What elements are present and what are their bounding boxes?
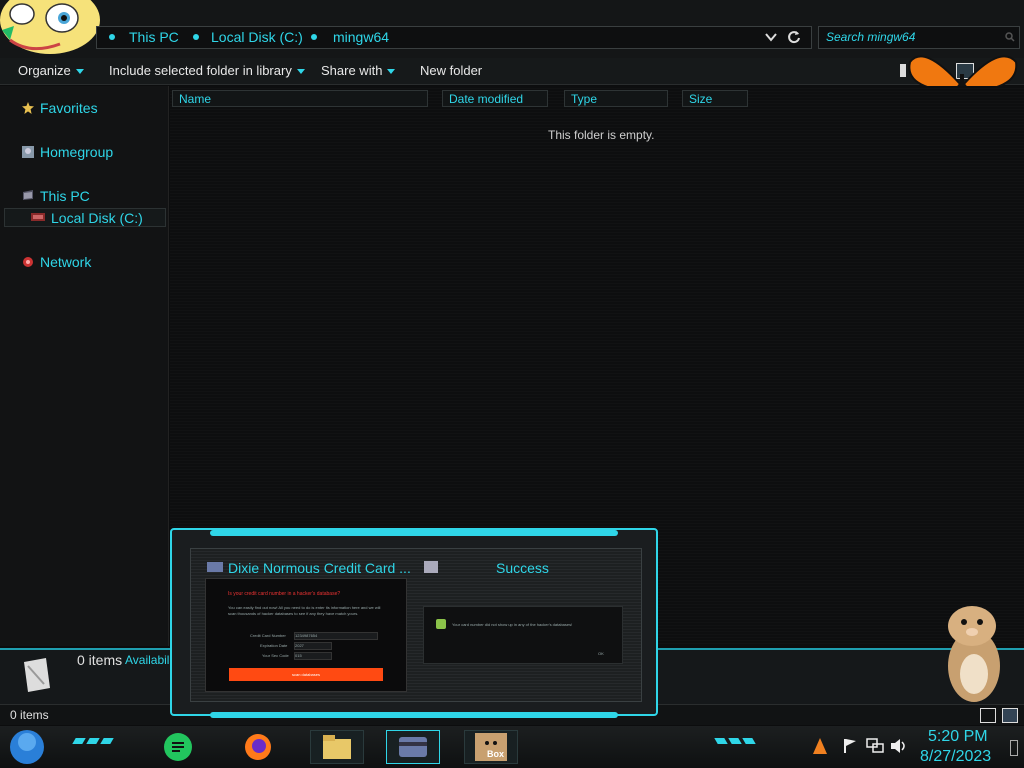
credit-card-app-icon xyxy=(207,562,223,572)
details-view-icon[interactable] xyxy=(980,708,996,723)
clock-date[interactable]: 8/27/2023 xyxy=(920,748,991,766)
success-window-title[interactable]: Success xyxy=(496,560,549,576)
cartoon-mascot-image xyxy=(0,0,100,54)
hamster-image xyxy=(948,606,1000,702)
chevron-down-icon xyxy=(387,69,396,75)
refresh-icon[interactable] xyxy=(787,30,801,44)
status-item-count: 0 items xyxy=(10,708,49,722)
organize-label: Organize xyxy=(18,63,71,78)
nav-item-favorites[interactable]: Favorites xyxy=(22,100,98,116)
chevron-down-icon xyxy=(75,69,84,75)
column-header-size[interactable]: Size xyxy=(682,90,748,107)
breadcrumb-separator-icon xyxy=(109,34,115,40)
show-desktop-button[interactable] xyxy=(1010,740,1018,756)
network-icon xyxy=(23,257,33,267)
column-header-name[interactable]: Name xyxy=(172,90,428,107)
frame-top-accent xyxy=(210,530,618,536)
notes-app-icon[interactable] xyxy=(163,732,193,762)
favorites-label: Favorites xyxy=(40,100,98,116)
box-label: Box xyxy=(487,749,505,759)
details-item-count: 0 items xyxy=(77,652,123,668)
share-label: Share with xyxy=(321,63,383,78)
start-orb-icon[interactable] xyxy=(8,728,46,766)
success-message-box: Your card number did not show up in any … xyxy=(423,606,623,664)
frame-bottom-accent xyxy=(210,712,618,718)
this-pc-label: This PC xyxy=(40,188,90,204)
nav-item-this-pc[interactable]: This PC xyxy=(22,188,90,204)
include-in-library-button[interactable]: Include selected folder in library xyxy=(109,63,305,78)
vlc-tray-icon[interactable] xyxy=(812,738,828,754)
credit-card-window-title[interactable]: Dixie Normous Credit Card ... xyxy=(228,560,411,576)
breadcrumb-mingw64[interactable]: mingw64 xyxy=(333,29,389,45)
breadcrumb-local-disk[interactable]: Local Disk (C:) xyxy=(211,29,303,45)
network-label: Network xyxy=(40,254,92,270)
chevron-down-icon xyxy=(296,69,305,75)
search-icon[interactable] xyxy=(1005,32,1015,42)
column-header-type[interactable]: Type xyxy=(564,90,668,107)
clock-time[interactable]: 5:20 PM xyxy=(928,728,988,746)
chevron-down-icon[interactable] xyxy=(765,32,777,42)
ok-button[interactable]: OK xyxy=(598,651,604,656)
app-description: You can easily find out now! All you nee… xyxy=(228,605,381,616)
column-headers: Name Date modified Type Size xyxy=(172,90,762,108)
drive-icon xyxy=(31,213,45,221)
include-label: Include selected folder in library xyxy=(109,63,292,78)
security-code-input[interactable]: 015 xyxy=(294,652,332,660)
success-window-icon xyxy=(424,561,438,573)
taskbar-accent-left xyxy=(72,738,114,746)
security-code-label: Your Sec Code xyxy=(262,653,289,658)
taskbar-credit-card-app[interactable] xyxy=(386,730,440,764)
app-heading: Is your credit card number in a hacker's… xyxy=(228,591,341,597)
folder-icon xyxy=(323,735,351,759)
breadcrumb-this-pc[interactable]: This PC xyxy=(129,29,179,45)
folder-details-icon xyxy=(24,658,50,692)
credit-card-icon xyxy=(399,737,427,757)
homegroup-label: Homegroup xyxy=(40,144,114,160)
computer-icon xyxy=(23,190,33,200)
expiration-date-input[interactable]: 2027 xyxy=(294,642,332,650)
new-folder-button[interactable]: New folder xyxy=(420,63,482,78)
local-disk-label: Local Disk (C:) xyxy=(51,210,143,226)
info-icon xyxy=(436,619,446,629)
breadcrumb-separator-icon xyxy=(193,34,199,40)
column-header-date-modified[interactable]: Date modified xyxy=(442,90,548,107)
command-bar: Organize Include selected folder in libr… xyxy=(0,58,1024,85)
star-icon xyxy=(22,102,34,114)
nav-item-local-disk[interactable]: Local Disk (C:) xyxy=(4,208,166,227)
network-tray-icon[interactable] xyxy=(866,738,884,754)
homegroup-icon xyxy=(22,146,34,158)
taskbar-file-explorer[interactable] xyxy=(310,730,364,764)
address-bar[interactable]: This PC Local Disk (C:) mingw64 xyxy=(96,26,812,49)
volume-icon[interactable] xyxy=(890,738,908,754)
navigation-pane: Favorites Homegroup This PC Local Disk (… xyxy=(0,86,169,646)
success-message: Your card number did not show up in any … xyxy=(452,622,573,627)
organize-button[interactable]: Organize xyxy=(18,63,84,78)
card-number-label: Credit Card Number xyxy=(250,633,286,638)
breadcrumb-separator-icon xyxy=(311,34,317,40)
details-availability: Availabil xyxy=(125,653,170,667)
flag-icon[interactable] xyxy=(842,738,858,754)
card-number-input[interactable]: 1234987654 xyxy=(294,632,378,640)
large-icons-view-icon[interactable] xyxy=(1002,708,1018,723)
nav-item-network[interactable]: Network xyxy=(22,254,91,270)
taskbar-accent-right xyxy=(714,738,756,746)
firefox-icon[interactable] xyxy=(243,732,273,762)
nav-item-homegroup[interactable]: Homegroup xyxy=(22,144,113,160)
empty-folder-message: This folder is empty. xyxy=(548,128,655,142)
taskbar-box-app[interactable]: Box xyxy=(464,730,518,764)
expiration-date-label: Expiration Date xyxy=(260,643,288,648)
share-with-button[interactable]: Share with xyxy=(321,63,396,78)
search-placeholder: Search mingw64 xyxy=(826,30,916,44)
scan-databases-button[interactable]: scan databases xyxy=(229,668,383,681)
